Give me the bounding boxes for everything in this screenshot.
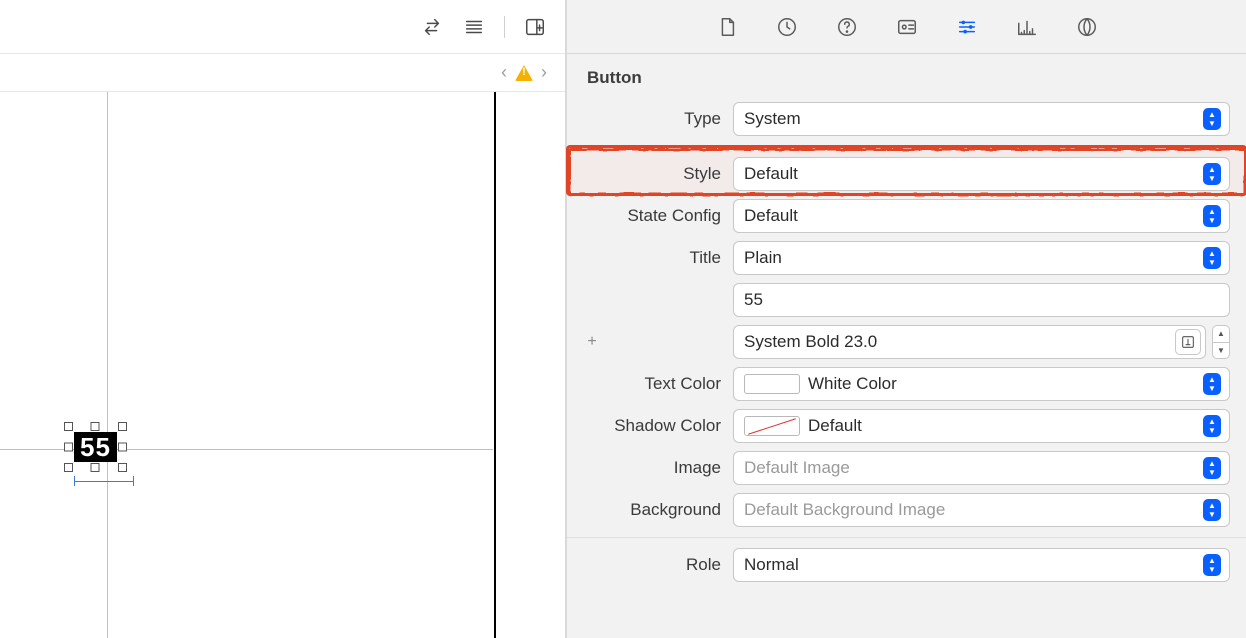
tab-attributes-icon[interactable] <box>954 14 980 40</box>
chevron-updown-icon: ▲▼ <box>1203 373 1221 395</box>
label-role: Role <box>583 555 733 575</box>
issues-bar: ‹ › <box>0 54 565 92</box>
font-input[interactable]: System Bold 23.0 <box>733 325 1206 359</box>
chevron-updown-icon: ▲▼ <box>1203 499 1221 521</box>
swap-icon[interactable] <box>420 15 444 39</box>
style-select[interactable]: Default ▲▼ <box>733 157 1230 191</box>
image-placeholder: Default Image <box>744 458 1203 478</box>
row-shadow-color: Shadow Color Default ▲▼ <box>567 405 1246 447</box>
label-text-color: Text Color <box>583 374 733 394</box>
title-value: Plain <box>744 248 1203 268</box>
text-color-value: White Color <box>808 374 1203 394</box>
font-panel-button[interactable] <box>1175 329 1201 355</box>
title-text-value: 55 <box>744 290 1221 310</box>
image-select[interactable]: Default Image ▲▼ <box>733 451 1230 485</box>
title-select[interactable]: Plain ▲▼ <box>733 241 1230 275</box>
font-value: System Bold 23.0 <box>744 332 1169 352</box>
canvas-pane: ‹ › 55 <box>0 0 566 638</box>
plus-icon[interactable]: + <box>583 333 601 351</box>
chevron-updown-icon: ▲▼ <box>1203 457 1221 479</box>
color-swatch <box>744 374 800 394</box>
label-style: Style <box>583 164 733 184</box>
resize-handle[interactable] <box>64 422 73 431</box>
row-image: Image Default Image ▲▼ <box>567 447 1246 489</box>
type-select[interactable]: System ▲▼ <box>733 102 1230 136</box>
role-value: Normal <box>744 555 1203 575</box>
toolbar-divider <box>504 16 505 38</box>
guide-vertical <box>107 92 108 638</box>
row-role: Role Normal ▲▼ <box>567 537 1246 586</box>
device-edge <box>494 92 496 638</box>
row-text-color: Text Color White Color ▲▼ <box>567 363 1246 405</box>
resize-handle[interactable] <box>118 443 127 452</box>
selected-button[interactable]: 55 <box>74 432 117 462</box>
resize-handle[interactable] <box>118 422 127 431</box>
resize-handle[interactable] <box>91 422 100 431</box>
row-background: Background Default Background Image ▲▼ <box>567 489 1246 531</box>
label-shadow-color: Shadow Color <box>583 416 733 436</box>
row-type: Type System ▲▼ <box>567 98 1246 140</box>
design-canvas[interactable]: 55 <box>0 92 565 638</box>
chevron-right-icon[interactable]: › <box>541 62 547 83</box>
chevron-updown-icon: ▲▼ <box>1203 205 1221 227</box>
row-title: Title Plain ▲▼ <box>567 237 1246 279</box>
row-style: Style Default ▲▼ <box>567 146 1246 195</box>
label-state-config: State Config <box>583 206 733 226</box>
chevron-updown-icon: ▲▼ <box>1203 247 1221 269</box>
chevron-updown-icon: ▲▼ <box>1203 554 1221 576</box>
label-type: Type <box>583 109 733 129</box>
resize-handle[interactable] <box>64 463 73 472</box>
inspector-pane: Button Type System ▲▼ Style Default ▲▼ <box>566 0 1246 638</box>
resize-handle[interactable] <box>64 443 73 452</box>
chevron-updown-icon: ▲▼ <box>1203 108 1221 130</box>
resize-handle[interactable] <box>118 463 127 472</box>
warning-icon[interactable] <box>515 65 533 81</box>
inspector-tabs <box>567 0 1246 54</box>
tab-size-icon[interactable] <box>1014 14 1040 40</box>
shadow-color-value: Default <box>808 416 1203 436</box>
tab-file-icon[interactable] <box>714 14 740 40</box>
label-image: Image <box>583 458 733 478</box>
label-empty: + <box>583 333 733 351</box>
shadow-color-select[interactable]: Default ▲▼ <box>733 409 1230 443</box>
row-title-text: 55 <box>567 279 1246 321</box>
background-placeholder: Default Background Image <box>744 500 1203 520</box>
tab-help-icon[interactable] <box>834 14 860 40</box>
add-panel-icon[interactable] <box>523 15 547 39</box>
row-font: + System Bold 23.0 ▲▼ <box>567 321 1246 363</box>
state-config-value: Default <box>744 206 1203 226</box>
role-select[interactable]: Normal ▲▼ <box>733 548 1230 582</box>
tab-identity-icon[interactable] <box>894 14 920 40</box>
text-color-select[interactable]: White Color ▲▼ <box>733 367 1230 401</box>
color-swatch <box>744 416 800 436</box>
label-title: Title <box>583 248 733 268</box>
align-lines-icon[interactable] <box>462 15 486 39</box>
resize-handle[interactable] <box>91 463 100 472</box>
row-state-config: State Config Default ▲▼ <box>567 195 1246 237</box>
measure-indicator <box>74 476 134 486</box>
selected-button-label: 55 <box>74 432 117 462</box>
chevron-left-icon[interactable]: ‹ <box>501 62 507 83</box>
type-value: System <box>744 109 1203 129</box>
label-background: Background <box>583 500 733 520</box>
chevron-updown-icon: ▲▼ <box>1203 415 1221 437</box>
title-text-input[interactable]: 55 <box>733 283 1230 317</box>
tab-connections-icon[interactable] <box>1074 14 1100 40</box>
style-value: Default <box>744 164 1203 184</box>
font-size-stepper[interactable]: ▲▼ <box>1212 325 1230 359</box>
chevron-updown-icon: ▲▼ <box>1203 163 1221 185</box>
background-select[interactable]: Default Background Image ▲▼ <box>733 493 1230 527</box>
section-title: Button <box>567 54 1246 98</box>
canvas-toolbar <box>0 0 565 54</box>
state-config-select[interactable]: Default ▲▼ <box>733 199 1230 233</box>
tab-history-icon[interactable] <box>774 14 800 40</box>
